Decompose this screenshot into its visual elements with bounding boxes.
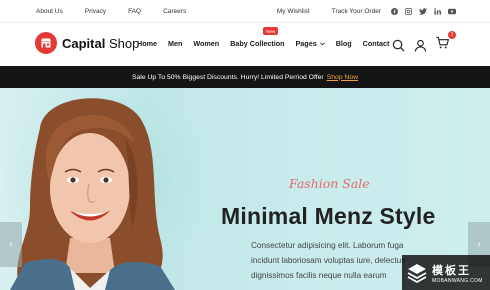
promo-text: Sale Up To 50% Biggest Discounts. Hurry!… bbox=[131, 73, 324, 81]
main-header: Capital Shop Home Men Women Baby Collect… bbox=[0, 23, 490, 66]
shop-logo-icon bbox=[35, 32, 57, 54]
watermark-text: 模板王 MOBANWANG.COM bbox=[432, 262, 483, 284]
promo-shop-now-link[interactable]: Shop Now bbox=[327, 74, 358, 81]
user-icon[interactable] bbox=[414, 39, 427, 52]
nav-men[interactable]: Men bbox=[168, 39, 182, 48]
watermark-cn: 模板王 bbox=[432, 264, 471, 277]
youtube-icon[interactable] bbox=[448, 8, 456, 15]
brand-name-bold: Capital bbox=[62, 35, 106, 51]
nav-contact[interactable]: Contact bbox=[363, 39, 390, 48]
hero-model-image bbox=[0, 88, 210, 290]
hero-description-line: Consectetur adipisicing elit. Laborum fu… bbox=[251, 241, 404, 250]
site-watermark: 模板王 MOBANWANG.COM bbox=[402, 255, 490, 290]
nav-pages[interactable]: Pages bbox=[296, 39, 325, 48]
cart-count-badge: 1 bbox=[448, 31, 456, 39]
search-icon[interactable] bbox=[392, 39, 405, 52]
link-track-order[interactable]: Track Your Order bbox=[332, 8, 381, 15]
twitter-icon[interactable] bbox=[419, 7, 427, 15]
nav-blog[interactable]: Blog bbox=[336, 39, 352, 48]
nav-pages-label: Pages bbox=[295, 39, 317, 48]
cart-button[interactable]: 1 bbox=[436, 31, 458, 54]
prev-slide-button[interactable]: ‹ bbox=[0, 222, 22, 267]
top-utility-bar: About Us Privacy FAQ Careers My Wishlist… bbox=[0, 0, 490, 22]
nav-home[interactable]: Home bbox=[137, 39, 157, 48]
link-faq[interactable]: FAQ bbox=[128, 8, 141, 15]
promo-bar: Sale Up To 50% Biggest Discounts. Hurry!… bbox=[0, 66, 490, 88]
watermark-url: MOBANWANG.COM bbox=[432, 277, 483, 284]
chevron-right-icon: › bbox=[477, 239, 481, 250]
main-nav: Home Men Women Baby Collection New Pages… bbox=[137, 27, 400, 48]
link-my-wishlist[interactable]: My Wishlist bbox=[277, 8, 310, 15]
brand-name-light: Shop bbox=[108, 35, 140, 51]
nav-women[interactable]: Women bbox=[193, 39, 219, 48]
link-careers[interactable]: Careers bbox=[163, 8, 186, 15]
chevron-left-icon: ‹ bbox=[9, 239, 13, 250]
instagram-icon[interactable] bbox=[405, 7, 412, 15]
hero-script-title: Fashion Sale bbox=[289, 176, 370, 191]
link-about-us[interactable]: About Us bbox=[36, 8, 63, 15]
top-links-left: About Us Privacy FAQ Careers bbox=[36, 8, 208, 15]
chevron-down-icon bbox=[319, 42, 325, 46]
new-badge: New bbox=[263, 27, 279, 35]
cart-icon bbox=[436, 36, 450, 49]
nav-baby-collection[interactable]: Baby Collection New bbox=[230, 27, 285, 48]
brand-logo[interactable]: Capital Shop bbox=[35, 32, 139, 54]
facebook-icon[interactable] bbox=[391, 7, 398, 15]
hero-headline: Minimal Menz Style bbox=[221, 203, 436, 229]
brand-name: Capital Shop bbox=[62, 36, 139, 51]
watermark-logo-icon bbox=[407, 263, 427, 283]
link-privacy[interactable]: Privacy bbox=[85, 8, 106, 15]
linkedin-icon[interactable] bbox=[434, 7, 441, 15]
header-actions: 1 bbox=[392, 31, 458, 54]
nav-baby-collection-label: Baby Collection bbox=[230, 39, 285, 48]
top-links-right: My Wishlist Track Your Order bbox=[277, 7, 456, 15]
